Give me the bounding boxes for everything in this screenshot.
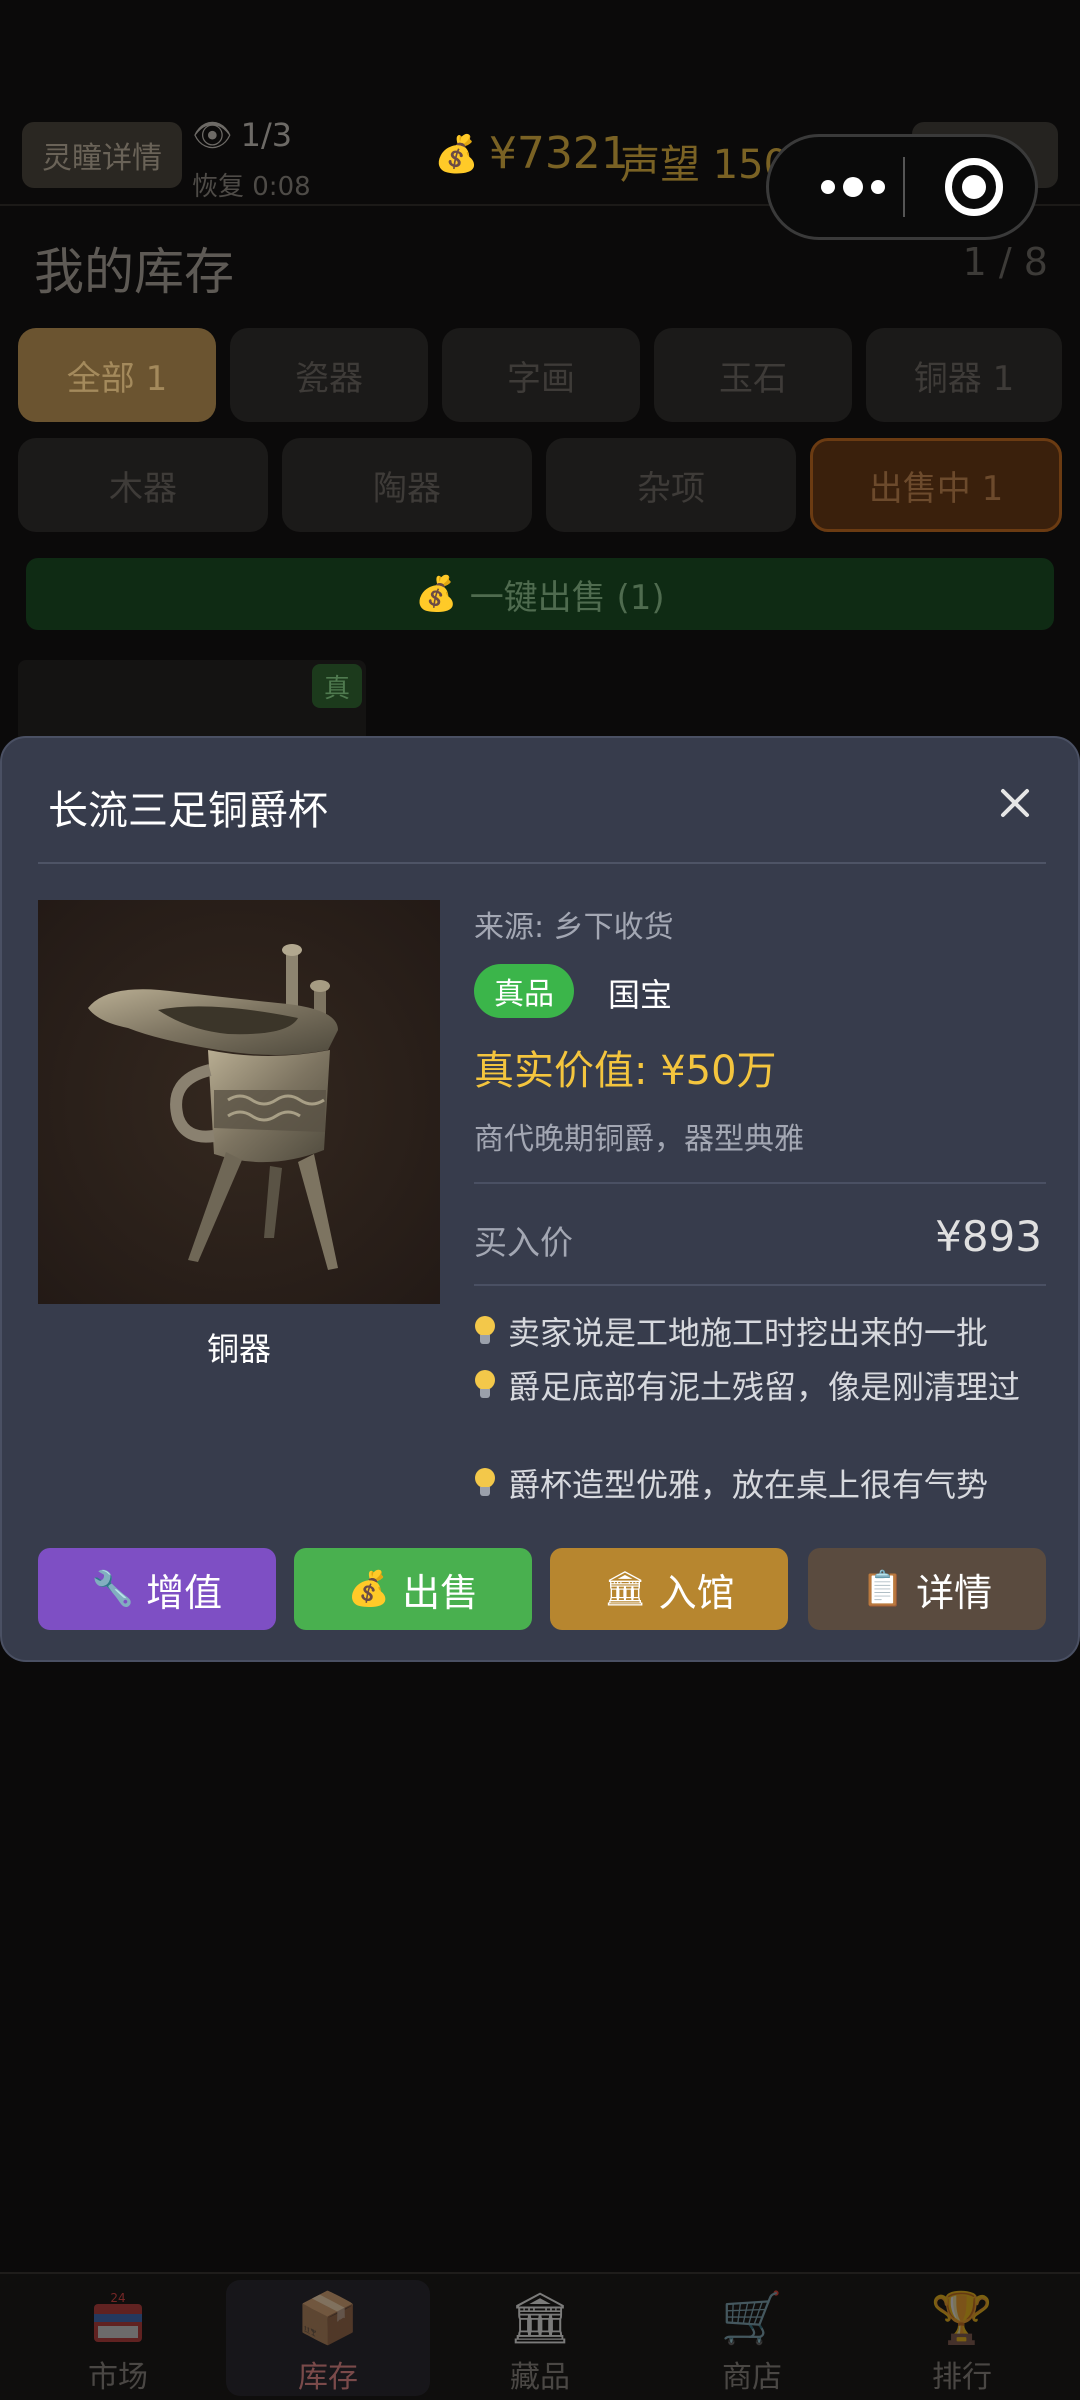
tab-ranking[interactable]: 🏆 排行 (860, 2280, 1064, 2396)
category-porcelain[interactable]: 瓷器 (230, 328, 428, 422)
eye-icon: 👁 (192, 116, 233, 154)
tab-market-label: 市场 (88, 2360, 148, 2395)
package-icon: 📦 (296, 2288, 360, 2347)
hint-text: 爵足底部有泥土残留，像是刚清理过 (508, 1368, 1021, 1406)
bronze-jue-image (38, 900, 440, 1304)
detail-button[interactable]: 📋 详情 (808, 1548, 1046, 1630)
category-painting[interactable]: 字画 (442, 328, 640, 422)
sell-button[interactable]: 💰 出售 (294, 1548, 532, 1630)
close-icon[interactable] (992, 780, 1038, 826)
category-jade[interactable]: 玉石 (654, 328, 852, 422)
tab-shop[interactable]: 🛒 商店 (650, 2280, 854, 2396)
item-source: 来源: 乡下收货 (474, 910, 674, 945)
museum-button[interactable]: 🏛 入馆 (550, 1548, 788, 1630)
hint-item: 爵杯造型优雅，放在桌上很有气势 (474, 1460, 988, 1506)
upgrade-button[interactable]: 🔧 增值 (38, 1548, 276, 1630)
insight-details-button[interactable]: 灵瞳详情 (22, 122, 182, 188)
money-bag-icon: 💰 (347, 1569, 391, 1609)
page-indicator: 1 / 8 (962, 240, 1048, 284)
mini-program-capsule (766, 134, 1038, 240)
eye-count-text: 1/3 (240, 116, 293, 154)
eye-recover-timer: 恢复 0:08 (192, 172, 311, 202)
lightbulb-icon (474, 1370, 496, 1400)
authentic-badge: 真品 (474, 964, 574, 1018)
museum-icon: 🏛 (508, 2288, 572, 2347)
modal-divider (38, 862, 1046, 864)
info-divider (474, 1182, 1046, 1184)
museum-icon: 🏛 (603, 1569, 647, 1609)
modal-title: 长流三足铜爵杯 (48, 788, 328, 834)
authentic-tag: 真 (312, 664, 362, 708)
sell-label: 出售 (402, 1570, 479, 1615)
tab-inventory[interactable]: 📦 库存 (226, 2280, 430, 2396)
trophy-icon: 🏆 (930, 2288, 994, 2347)
category-selling[interactable]: 出售中 1 (810, 438, 1062, 532)
hint-text: 爵杯造型优雅，放在桌上很有气势 (508, 1466, 989, 1504)
detail-label: 详情 (916, 1570, 993, 1615)
category-pottery[interactable]: 陶器 (282, 438, 532, 532)
sell-all-label: 一键出售 (1) (469, 577, 665, 618)
buy-price-value: ¥893 (935, 1212, 1042, 1261)
money-display: 💰 ¥7321 (434, 128, 629, 179)
close-miniprogram-icon[interactable] (945, 158, 1003, 216)
capsule-divider (903, 157, 905, 217)
buy-price-label: 买入价 (474, 1223, 573, 1262)
true-value: 真实价值: ¥50万 (474, 1048, 777, 1094)
hint-item: 卖家说是工地施工时挖出来的一批 (474, 1308, 988, 1354)
tab-market[interactable]: 24 市场 (16, 2280, 220, 2396)
tab-collection-label: 藏品 (510, 2360, 570, 2395)
more-options-icon[interactable] (805, 167, 901, 207)
item-grade: 国宝 (608, 976, 673, 1014)
cart-icon: 🛒 (720, 2288, 784, 2347)
museum-label: 入馆 (658, 1570, 735, 1615)
hint-item: 爵足底部有泥土残留，像是刚清理过 (474, 1362, 1020, 1408)
category-all[interactable]: 全部 1 (18, 328, 216, 422)
page-title: 我的库存 (34, 243, 234, 301)
money-bag-icon: 💰 (415, 574, 458, 614)
category-bronze[interactable]: 铜器 1 (866, 328, 1062, 422)
sell-all-button[interactable]: 💰 一键出售 (1) (26, 558, 1054, 630)
item-detail-modal: 长流三足铜爵杯 铜器 来源: 乡下收货 真品 国宝 真实价值: ¥50万 商代晚… (0, 736, 1080, 1662)
market-badge: 24 (110, 2291, 125, 2305)
lightbulb-icon (474, 1316, 496, 1346)
bottom-tab-bar: 24 市场 📦 库存 🏛 藏品 🛒 商店 🏆 排行 (0, 2272, 1080, 2400)
tab-inventory-label: 库存 (298, 2360, 358, 2395)
upgrade-label: 增值 (146, 1570, 223, 1615)
wrench-icon: 🔧 (91, 1569, 135, 1609)
item-description: 商代晚期铜爵，器型典雅 (474, 1122, 804, 1157)
market-icon: 24 (86, 2286, 150, 2350)
info-divider (474, 1284, 1046, 1286)
tab-collection[interactable]: 🏛 藏品 (438, 2280, 642, 2396)
category-wood[interactable]: 木器 (18, 438, 268, 532)
tab-ranking-label: 排行 (932, 2360, 992, 2395)
eye-counter: 👁 1/3 (192, 116, 292, 154)
category-misc[interactable]: 杂项 (546, 438, 796, 532)
tab-shop-label: 商店 (722, 2360, 782, 2395)
item-category-caption: 铜器 (206, 1330, 271, 1368)
money-amount: ¥7321 (488, 128, 629, 179)
clipboard-icon: 📋 (861, 1569, 905, 1609)
money-bag-icon: 💰 (434, 133, 479, 175)
hint-text: 卖家说是工地施工时挖出来的一批 (508, 1314, 989, 1352)
lightbulb-icon (474, 1468, 496, 1498)
